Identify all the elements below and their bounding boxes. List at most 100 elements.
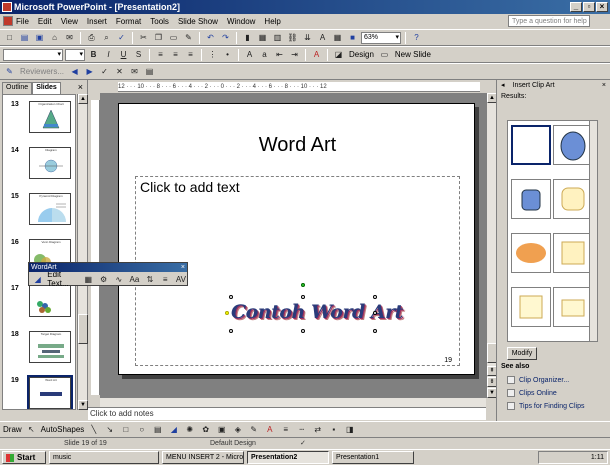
- document-icon[interactable]: [3, 16, 13, 26]
- redo-icon[interactable]: ↷: [219, 31, 232, 44]
- numbering-icon[interactable]: ⋮: [206, 48, 219, 61]
- same-letter-heights-icon[interactable]: Aa: [129, 273, 141, 286]
- clip-item[interactable]: [553, 233, 593, 273]
- draw-menu-button[interactable]: Draw: [3, 425, 22, 434]
- delete-comment-icon[interactable]: ✕: [113, 65, 126, 78]
- resize-handle[interactable]: [373, 311, 377, 315]
- clip-item[interactable]: [553, 179, 593, 219]
- spelling-icon[interactable]: ✓: [115, 31, 128, 44]
- line-style-icon[interactable]: ≡: [279, 423, 292, 436]
- close-icon[interactable]: ×: [602, 80, 610, 92]
- wordart-object[interactable]: Contoh Word Art: [225, 283, 403, 337]
- clip-item[interactable]: [511, 233, 551, 273]
- wordart-shape-icon[interactable]: ∿: [113, 273, 124, 286]
- slide-thumbnail[interactable]: [29, 285, 71, 317]
- minimize-button[interactable]: _: [570, 2, 582, 12]
- insert-wordart-icon[interactable]: ◢: [167, 423, 180, 436]
- wordart-toolbar-title[interactable]: WordArt ×: [29, 263, 187, 272]
- clip-item[interactable]: [511, 179, 551, 219]
- save-icon[interactable]: ▣: [33, 31, 46, 44]
- email-icon[interactable]: ✉: [63, 31, 76, 44]
- print-preview-icon[interactable]: ⌕: [100, 31, 113, 44]
- grid-icon[interactable]: ▦: [331, 31, 344, 44]
- tab-outline[interactable]: Outline: [2, 82, 33, 94]
- paste-icon[interactable]: ▭: [167, 31, 180, 44]
- vertical-text-icon[interactable]: ⇅: [144, 273, 155, 286]
- menu-view[interactable]: View: [61, 17, 78, 26]
- tables-borders-icon[interactable]: ▥: [271, 31, 284, 44]
- resize-handle[interactable]: [301, 295, 305, 299]
- list-item[interactable]: 17: [3, 283, 75, 329]
- tab-slides[interactable]: Slides: [32, 82, 61, 94]
- format-painter-icon[interactable]: ✎: [182, 31, 195, 44]
- autoshapes-menu-button[interactable]: AutoShapes: [41, 425, 85, 434]
- color-grayscale-icon[interactable]: ■: [346, 31, 359, 44]
- menu-window[interactable]: Window: [227, 17, 255, 26]
- expand-all-icon[interactable]: ⇊: [301, 31, 314, 44]
- insert-wordart-icon[interactable]: ◢: [32, 273, 43, 286]
- line-color-icon[interactable]: ✎: [247, 423, 260, 436]
- edit-text-button[interactable]: Edit Text...: [47, 270, 78, 288]
- increase-font-icon[interactable]: A: [243, 48, 256, 61]
- format-wordart-icon[interactable]: ⚙: [98, 273, 109, 286]
- bullets-icon[interactable]: •: [221, 48, 234, 61]
- new-slide-button[interactable]: New Slide: [393, 50, 433, 59]
- slide-horizontal-scrollbar[interactable]: [100, 397, 486, 407]
- align-right-icon[interactable]: ≡: [184, 48, 197, 61]
- scroll-thumb[interactable]: [78, 314, 88, 344]
- font-color-icon[interactable]: A: [263, 423, 276, 436]
- taskbar-item-music[interactable]: music: [49, 451, 159, 464]
- menu-edit[interactable]: Edit: [38, 17, 52, 26]
- restore-button[interactable]: ▫: [583, 2, 595, 12]
- markup-icon[interactable]: ✎: [3, 65, 16, 78]
- oval-icon[interactable]: ○: [135, 423, 148, 436]
- adjust-handle[interactable]: [225, 311, 229, 315]
- list-item[interactable]: 15 Pyramid Diagram: [3, 191, 75, 237]
- list-item[interactable]: 18 Target Diagram: [3, 329, 75, 375]
- clip-item[interactable]: [553, 125, 593, 165]
- picture-icon[interactable]: ▣: [215, 423, 228, 436]
- slide-thumbnail[interactable]: Organization Chart: [29, 101, 71, 133]
- character-spacing-icon[interactable]: AV: [175, 273, 187, 286]
- undo-icon[interactable]: ↶: [204, 31, 217, 44]
- cut-icon[interactable]: ✂: [137, 31, 150, 44]
- copy-icon[interactable]: ❐: [152, 31, 165, 44]
- resize-handle[interactable]: [229, 329, 233, 333]
- taskbar-item-presentation1[interactable]: Presentation1: [332, 451, 414, 464]
- clips-online-link[interactable]: Clips Online: [507, 389, 557, 397]
- close-button[interactable]: ×: [596, 2, 608, 12]
- alignment-icon[interactable]: ≡: [160, 273, 171, 286]
- line-icon[interactable]: ╲: [87, 423, 100, 436]
- fill-color-icon[interactable]: ◈: [231, 423, 244, 436]
- underline-icon[interactable]: U: [117, 48, 130, 61]
- arrow-icon[interactable]: ↘: [103, 423, 116, 436]
- insert-table-icon[interactable]: ▦: [256, 31, 269, 44]
- resize-handle[interactable]: [373, 295, 377, 299]
- back-icon[interactable]: ◂: [501, 80, 505, 92]
- menu-tools[interactable]: Tools: [150, 17, 169, 26]
- decrease-indent-icon[interactable]: ⇤: [273, 48, 286, 61]
- taskbar-item-presentation2[interactable]: Presentation2: [247, 451, 329, 464]
- slide-thumbnail[interactable]: Pyramid Diagram: [29, 193, 71, 225]
- new-icon[interactable]: □: [3, 31, 16, 44]
- previous-item-icon[interactable]: ◀: [68, 65, 81, 78]
- list-item[interactable]: 13 Organization Chart: [3, 99, 75, 145]
- clip-art-icon[interactable]: ✿: [199, 423, 212, 436]
- clip-organizer-link[interactable]: Clip Organizer...: [507, 376, 569, 384]
- resize-handle[interactable]: [301, 329, 305, 333]
- modify-button[interactable]: Modify: [507, 347, 537, 360]
- menu-slide-show[interactable]: Slide Show: [178, 17, 218, 26]
- rectangle-icon[interactable]: □: [119, 423, 132, 436]
- design-button[interactable]: Design: [347, 50, 376, 59]
- zoom-select[interactable]: 63%: [361, 31, 401, 44]
- shadow-icon[interactable]: S: [132, 48, 145, 61]
- scroll-up-icon[interactable]: ▲: [78, 94, 88, 104]
- resize-handle[interactable]: [229, 295, 233, 299]
- permission-icon[interactable]: ⌂: [48, 31, 61, 44]
- insert-chart-icon[interactable]: ▮: [241, 31, 254, 44]
- task-pane-title[interactable]: Insert Clip Art: [513, 80, 555, 92]
- taskbar-item-word[interactable]: MENU INSERT 2 - Micros...: [162, 451, 244, 464]
- insert-hyperlink-icon[interactable]: ⛓: [286, 31, 299, 44]
- slides-panel-scrollbar[interactable]: ▲ ▼: [77, 94, 88, 410]
- 3d-style-icon[interactable]: ◨: [343, 423, 356, 436]
